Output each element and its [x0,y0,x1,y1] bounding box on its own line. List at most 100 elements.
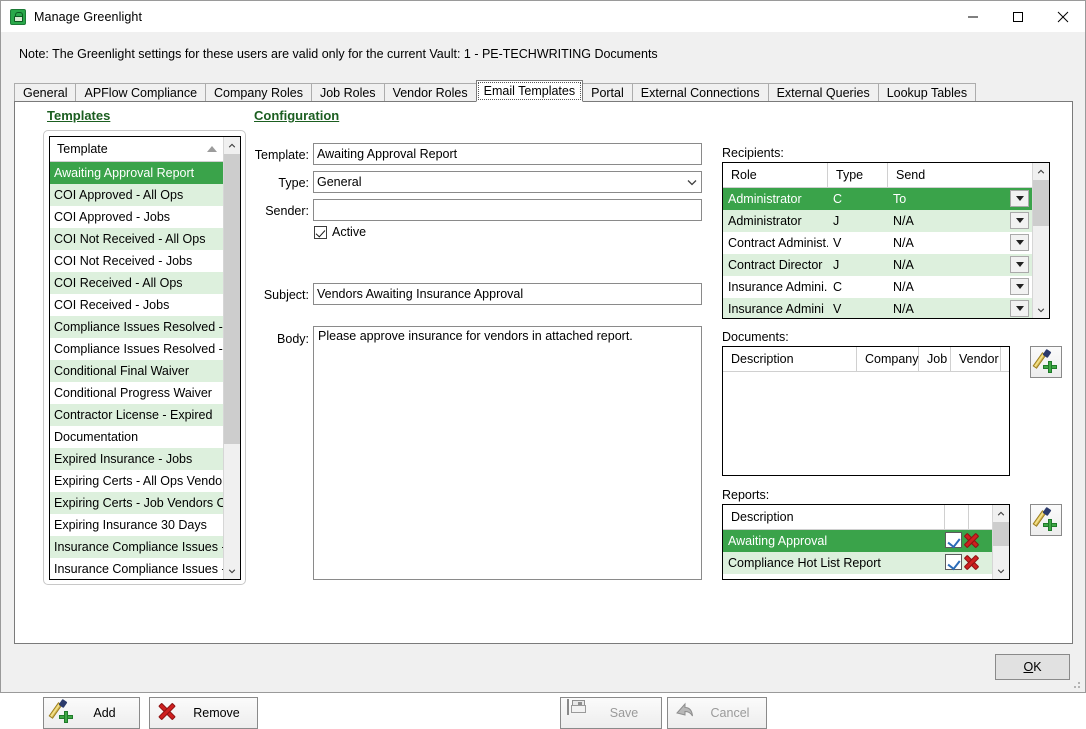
active-checkbox[interactable]: Active [314,225,366,239]
reports-header-row: Description [723,505,992,530]
tab-external-connections[interactable]: External Connections [631,83,769,102]
body-label: Body: [277,332,309,346]
column-header-job[interactable]: Job [919,347,951,371]
table-row[interactable]: Compliance Hot List Report [723,552,992,574]
list-item[interactable]: COI Received - Jobs [50,294,223,316]
tab-apflow-compliance[interactable]: APFlow Compliance [75,83,207,102]
column-header-send[interactable]: Send [888,163,1032,187]
list-item[interactable]: Conditional Progress Waiver [50,382,223,404]
undo-arrow-icon [674,700,700,726]
dropdown-arrow-icon[interactable] [1010,190,1029,207]
table-row[interactable]: Insurance Admini... C N/A [723,276,1032,298]
tab-email-templates[interactable]: Email Templates [475,80,584,102]
list-item[interactable]: COI Not Received - Jobs [50,250,223,272]
list-item[interactable]: Awaiting Approval Report [50,162,223,184]
tab-general[interactable]: General [14,83,77,102]
dropdown-arrow-icon[interactable] [1010,256,1029,273]
delete-icon[interactable] [963,554,980,571]
table-row[interactable]: Contract Director J N/A [723,254,1032,276]
vault-note: Note: The Greenlight settings for these … [19,47,658,61]
column-header-description[interactable]: Description [723,347,857,371]
list-item[interactable]: Documentation [50,426,223,448]
table-row[interactable]: Awaiting Approval [723,530,992,552]
scroll-up-icon[interactable] [224,137,240,154]
delete-icon[interactable] [963,532,980,549]
cell-description: Compliance Hot List Report [728,556,881,570]
table-row[interactable]: Contract Administ... V N/A [723,232,1032,254]
tab-portal[interactable]: Portal [582,83,633,102]
list-item[interactable]: Insurance Compliance Issues - ... [50,536,223,558]
scroll-down-icon[interactable] [224,562,240,579]
list-item[interactable]: COI Approved - Jobs [50,206,223,228]
list-item[interactable]: COI Not Received - All Ops [50,228,223,250]
column-header-company[interactable]: Company [857,347,919,371]
tab-external-queries[interactable]: External Queries [767,83,879,102]
subject-input[interactable]: Vendors Awaiting Insurance Approval [313,283,702,305]
scroll-thumb[interactable] [224,154,240,444]
active-checkbox-label: Active [332,225,367,239]
templates-column-header[interactable]: Template [50,137,223,162]
dropdown-arrow-icon[interactable] [1010,234,1029,251]
save-button[interactable]: Save [560,697,662,729]
list-item[interactable]: Expiring Insurance 30 Days [50,514,223,536]
list-item[interactable]: Expiring Certs - All Ops Vendor [50,470,223,492]
reports-grid[interactable]: Description Awaiting Approval Compliance… [722,504,1010,580]
edit-icon[interactable] [945,554,962,570]
minimize-icon[interactable] [950,1,995,32]
tab-job-roles[interactable]: Job Roles [310,83,385,102]
column-header-role[interactable]: Role [723,163,828,187]
scroll-thumb[interactable] [1033,180,1049,226]
list-item[interactable]: Compliance Issues Resolved - J... [50,338,223,360]
list-item[interactable]: Expiring Certs - Job Vendors Only [50,492,223,514]
list-item[interactable]: Conditional Final Waiver [50,360,223,382]
ok-button-label: K [1033,660,1042,674]
documents-grid[interactable]: Description Company Job Vendor [722,346,1010,476]
add-button[interactable]: Add [43,697,140,729]
add-report-button[interactable] [1030,504,1062,536]
remove-button[interactable]: Remove [149,697,258,729]
list-item[interactable]: Compliance Issues Resolved - ... [50,316,223,338]
templates-scrollbar[interactable] [223,137,240,579]
list-item[interactable]: Expired Insurance - Jobs [50,448,223,470]
column-header-type[interactable]: Type [828,163,888,187]
window-title: Manage Greenlight [34,9,143,24]
reports-scrollbar[interactable] [992,505,1009,579]
tab-lookup-tables[interactable]: Lookup Tables [877,83,977,102]
column-header-description[interactable]: Description [723,505,945,529]
body-textarea[interactable]: Please approve insurance for vendors in … [313,326,702,580]
list-item[interactable]: COI Approved - All Ops [50,184,223,206]
dropdown-arrow-icon[interactable] [1010,212,1029,229]
templates-column-header-label: Template [57,141,108,156]
column-header-vendor[interactable]: Vendor [951,347,1001,371]
recipients-grid[interactable]: Role Type Send Administrator C To Admini… [722,162,1050,319]
scroll-thumb[interactable] [993,522,1009,546]
list-item[interactable]: Contractor License - Expired [50,404,223,426]
edit-icon[interactable] [945,532,962,548]
recipients-header-row: Role Type Send [723,163,1032,188]
templates-grid[interactable]: Template Awaiting Approval Report COI Ap… [49,136,241,580]
list-item[interactable]: Insurance Compliance Issues - ... [50,558,223,579]
dropdown-arrow-icon[interactable] [1010,300,1029,317]
maximize-icon[interactable] [995,1,1040,32]
list-item[interactable]: COI Received - All Ops [50,272,223,294]
table-row[interactable]: Administrator J N/A [723,210,1032,232]
cancel-button[interactable]: Cancel [667,697,767,729]
resize-grip[interactable] [1070,678,1082,690]
scroll-down-icon[interactable] [1033,301,1049,318]
template-input[interactable]: Awaiting Approval Report [313,143,702,165]
scroll-up-icon[interactable] [993,505,1009,522]
greenlight-padlock-icon [10,8,26,25]
tab-company-roles[interactable]: Company Roles [205,83,312,102]
type-select[interactable]: General [313,171,702,193]
tab-vendor-roles[interactable]: Vendor Roles [383,83,477,102]
table-row[interactable]: Administrator C To [723,188,1032,210]
close-icon[interactable] [1040,1,1085,32]
ok-button[interactable]: OK [995,654,1070,680]
dropdown-arrow-icon[interactable] [1010,278,1029,295]
sender-input[interactable] [313,199,702,221]
table-row[interactable]: Insurance Admini V N/A [723,298,1032,318]
add-document-button[interactable] [1030,346,1062,378]
recipients-scrollbar[interactable] [1032,163,1049,318]
scroll-up-icon[interactable] [1033,163,1049,180]
scroll-down-icon[interactable] [993,562,1009,579]
